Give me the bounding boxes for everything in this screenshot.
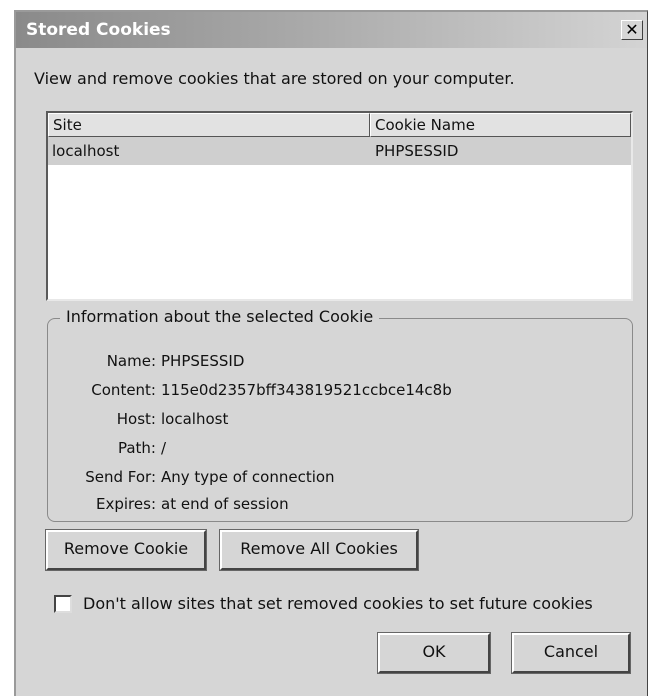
dont-allow-checkbox-label[interactable]: Don't allow sites that set removed cooki…: [83, 594, 593, 613]
title-bar[interactable]: Stored Cookies ✕: [16, 12, 647, 48]
info-value: PHPSESSID: [161, 352, 245, 370]
column-header-cookie-name[interactable]: Cookie Name: [370, 113, 631, 137]
ok-button[interactable]: OK: [377, 632, 491, 674]
cookie-info-group: Information about the selected Cookie Na…: [47, 307, 633, 522]
info-value: localhost: [161, 410, 229, 428]
column-header-site[interactable]: Site: [48, 113, 370, 137]
info-label: Name:: [106, 352, 156, 370]
info-value: /: [161, 439, 167, 457]
info-value: Any type of connection: [161, 468, 335, 486]
info-value: 115e0d2357bff343819521ccbce14c8b: [161, 381, 452, 399]
cell-site: localhost: [52, 142, 120, 160]
cookie-list[interactable]: Site Cookie Name localhost PHPSESSID: [46, 111, 633, 301]
window-title: Stored Cookies: [26, 20, 171, 40]
info-label: Send For:: [85, 468, 156, 486]
info-label: Path:: [117, 439, 156, 457]
info-value: at end of session: [161, 495, 289, 513]
list-header: Site Cookie Name: [48, 113, 631, 137]
stored-cookies-dialog: Stored Cookies ✕ View and remove cookies…: [14, 10, 648, 696]
close-button[interactable]: ✕: [621, 20, 643, 40]
remove-all-cookies-button[interactable]: Remove All Cookies: [219, 529, 419, 571]
info-label: Content:: [91, 381, 156, 399]
remove-cookie-button[interactable]: Remove Cookie: [45, 529, 207, 571]
cancel-button[interactable]: Cancel: [511, 632, 631, 674]
cell-cookie-name: PHPSESSID: [375, 142, 459, 160]
info-label: Expires:: [96, 495, 156, 513]
list-item[interactable]: localhost PHPSESSID: [48, 137, 631, 165]
dont-allow-checkbox[interactable]: [54, 595, 72, 613]
dialog-description: View and remove cookies that are stored …: [34, 69, 515, 88]
group-legend: Information about the selected Cookie: [60, 307, 380, 326]
info-label: Host:: [116, 410, 156, 428]
close-icon: ✕: [625, 20, 639, 39]
